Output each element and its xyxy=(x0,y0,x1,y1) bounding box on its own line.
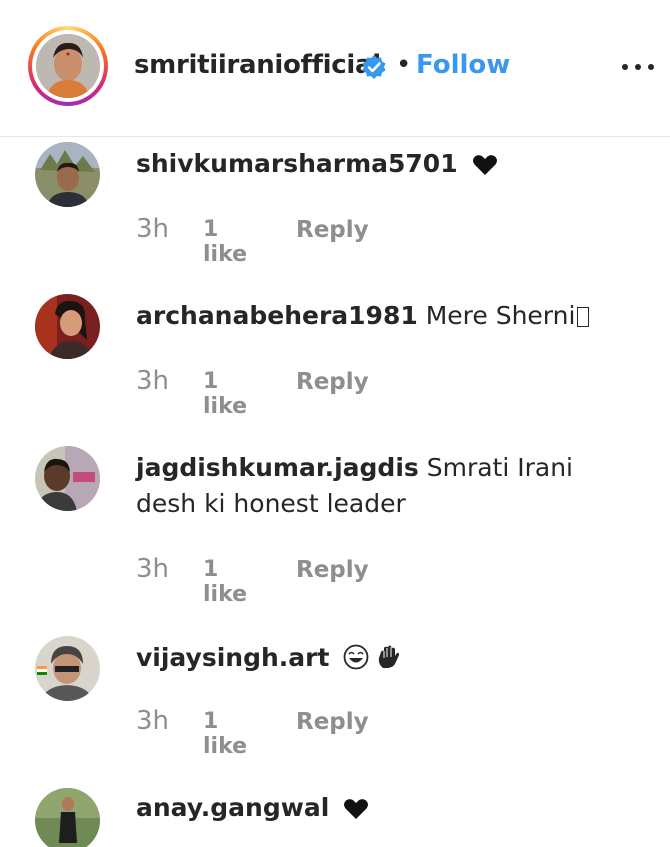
comment-username[interactable]: anay.gangwal xyxy=(136,793,329,822)
reply-button[interactable]: Reply xyxy=(296,709,369,735)
waving-hand-icon xyxy=(379,645,400,669)
profile-photo xyxy=(36,34,100,98)
reply-button[interactable]: Reply xyxy=(296,369,369,395)
verified-badge-icon xyxy=(362,55,386,79)
comment-time: 3h xyxy=(136,554,170,584)
profile-avatar[interactable] xyxy=(28,26,108,106)
comment-time: 3h xyxy=(136,366,170,396)
comment-username[interactable]: shivkumarsharma5701 xyxy=(136,149,458,178)
comment-likes[interactable]: 1 like xyxy=(203,557,247,607)
comment-text: archanabehera1981 Mere Sherni xyxy=(136,298,636,334)
comment-item: jagdishkumar.jagdis Smrati Irani desh ki… xyxy=(0,446,670,626)
comment-text: anay.gangwal xyxy=(136,790,636,826)
reply-button[interactable]: Reply xyxy=(296,557,369,583)
commenter-avatar[interactable] xyxy=(35,142,100,207)
comment-item: shivkumarsharma5701 3h 1 like Reply xyxy=(0,142,670,282)
commenter-avatar[interactable] xyxy=(35,788,100,847)
comment-likes[interactable]: 1 like xyxy=(203,709,247,759)
comment-username[interactable]: jagdishkumar.jagdis xyxy=(136,453,419,482)
follow-button[interactable]: Follow xyxy=(416,50,510,80)
missing-glyph-icon xyxy=(577,307,590,327)
commenter-avatar[interactable] xyxy=(35,446,100,511)
post-header: smritiiraniofficial • Follow xyxy=(0,0,670,137)
profile-username[interactable]: smritiiraniofficial xyxy=(134,50,381,80)
comment-username[interactable]: archanabehera1981 xyxy=(136,301,418,330)
reply-button[interactable]: Reply xyxy=(296,217,369,243)
comment-text: shivkumarsharma5701 xyxy=(136,146,636,182)
comment-item: archanabehera1981 Mere Sherni 3h 1 like … xyxy=(0,294,670,434)
comment-text: jagdishkumar.jagdis Smrati Irani desh ki… xyxy=(136,450,626,522)
comment-body: Mere Sherni xyxy=(425,301,576,330)
comment-likes[interactable]: 1 like xyxy=(203,217,247,267)
more-options-icon[interactable] xyxy=(620,64,656,72)
comment-time: 3h xyxy=(136,706,170,736)
laughing-face-icon xyxy=(343,644,369,670)
comment-time: 3h xyxy=(136,214,170,244)
comment-likes[interactable]: 1 like xyxy=(203,369,247,419)
separator-dot: • xyxy=(396,50,412,80)
comment-item: vijaysingh.art 3h 1 like Reply xyxy=(0,636,670,776)
comment-text: vijaysingh.art xyxy=(136,640,636,676)
commenter-avatar[interactable] xyxy=(35,636,100,701)
comment-username[interactable]: vijaysingh.art xyxy=(136,643,329,672)
commenter-avatar[interactable] xyxy=(35,294,100,359)
black-heart-icon xyxy=(344,799,369,819)
comment-item: anay.gangwal xyxy=(0,788,670,847)
black-heart-icon xyxy=(472,155,497,175)
